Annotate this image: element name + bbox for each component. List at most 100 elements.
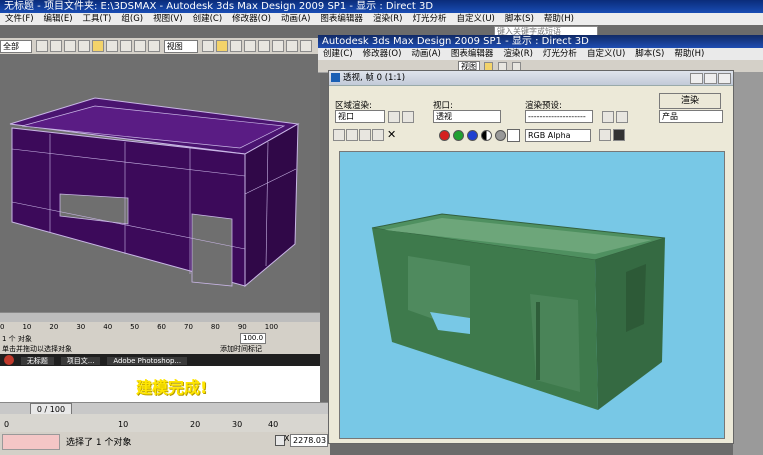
small-ruler-tick: 30 <box>76 323 86 331</box>
second-menu-graph[interactable]: 图表编辑器 <box>451 49 494 59</box>
x-coord-field[interactable]: 2278.03 <box>290 434 328 447</box>
clone-frame-icon[interactable] <box>359 129 371 141</box>
menu-modifiers[interactable]: 修改器(O) <box>232 14 271 24</box>
small-selection-status: 1 个 对象 <box>2 335 32 343</box>
lock-viewport-icon[interactable] <box>602 111 614 123</box>
auto-region-icon[interactable] <box>402 111 414 123</box>
channel-combo[interactable]: RGB Alpha <box>525 129 591 142</box>
ruler-tick-30: 30 <box>232 420 243 429</box>
second-menu-animation[interactable]: 动画(A) <box>411 49 440 59</box>
ruler-tick-20: 20 <box>190 420 201 429</box>
close-button[interactable] <box>718 73 731 84</box>
status-bar: 选择了 1 个对象 X: 2278.03 <box>0 432 330 455</box>
small-ruler-tick: 50 <box>130 323 140 331</box>
second-menu-create[interactable]: 创建(C) <box>323 49 353 59</box>
second-menu-render[interactable]: 渲染(R) <box>503 49 533 59</box>
color-swatch[interactable] <box>507 129 520 142</box>
select-by-name-icon[interactable] <box>105 40 118 52</box>
red-channel-icon[interactable] <box>439 130 450 141</box>
main-window-title: 无标题 - 项目文件夹: E:\3DSMAX - Autodesk 3ds Ma… <box>0 0 763 14</box>
move-icon[interactable] <box>119 40 132 52</box>
undo-icon[interactable] <box>35 40 48 52</box>
percent-snap-icon[interactable] <box>243 40 256 52</box>
mono-channel-icon[interactable] <box>495 130 506 141</box>
copy-image-icon[interactable] <box>346 129 358 141</box>
second-menu-help[interactable]: 帮助(H) <box>674 49 704 59</box>
unlink-icon[interactable] <box>77 40 90 52</box>
taskbar-item-photoshop[interactable]: Adobe Photoshop... <box>107 356 188 365</box>
menu-create[interactable]: 创建(C) <box>193 14 223 24</box>
mirror-icon[interactable] <box>257 40 270 52</box>
menu-help[interactable]: 帮助(H) <box>544 14 574 24</box>
small-ruler-tick: 40 <box>103 323 113 331</box>
small-ruler-tick: 0 <box>0 323 5 331</box>
menu-views[interactable]: 视图(V) <box>153 14 182 24</box>
pivot-icon[interactable] <box>201 40 214 52</box>
menu-lighting[interactable]: 灯光分析 <box>412 14 446 24</box>
selection-filter-combo[interactable]: 全部 <box>0 39 32 53</box>
green-channel-icon[interactable] <box>453 130 464 141</box>
snap-icon[interactable] <box>215 40 228 52</box>
taskbar-item-project[interactable]: 项目文... <box>60 356 101 365</box>
taskbar-item-untitled[interactable]: 无标题 <box>20 356 54 365</box>
toggle-ui-icon[interactable] <box>613 129 625 141</box>
small-ruler-tick: 100 <box>264 323 279 331</box>
save-image-icon[interactable] <box>333 129 345 141</box>
preset-combo[interactable]: -------------------- <box>525 110 593 123</box>
area-combo[interactable]: 视口 <box>335 110 385 123</box>
scale-icon[interactable] <box>147 40 160 52</box>
menu-edit[interactable]: 编辑(E) <box>44 14 73 24</box>
menu-tools[interactable]: 工具(T) <box>83 14 112 24</box>
start-icon[interactable] <box>4 355 14 365</box>
align-icon[interactable] <box>271 40 284 52</box>
alpha-channel-icon[interactable] <box>481 130 492 141</box>
viewport-combo[interactable]: 透视 <box>433 110 501 123</box>
print-icon[interactable] <box>372 129 384 141</box>
link-icon[interactable] <box>63 40 76 52</box>
selection-status: 选择了 1 个对象 <box>66 438 132 448</box>
small-right-panel-label: 添加时间标记 <box>220 345 262 353</box>
second-menu-script[interactable]: 脚本(S) <box>635 49 664 59</box>
perspective-viewport[interactable] <box>0 54 320 312</box>
select-icon[interactable] <box>91 40 104 52</box>
curve-editor-icon[interactable] <box>299 40 312 52</box>
layer-icon[interactable] <box>285 40 298 52</box>
toggle-ui-overlay-icon[interactable] <box>599 129 611 141</box>
small-track-ruler: 0 10 20 30 40 50 60 70 80 90 100 <box>0 322 320 332</box>
small-ruler-tick: 60 <box>157 323 166 331</box>
menu-script[interactable]: 脚本(S) <box>505 14 534 24</box>
menu-rendering[interactable]: 渲染(R) <box>373 14 403 24</box>
second-menu-modifiers[interactable]: 修改器(O) <box>363 49 402 59</box>
second-menubar: 创建(C) 修改器(O) 动画(A) 图表编辑器 渲染(R) 灯光分析 自定义(U) 脚本(S… <box>318 48 763 60</box>
menu-file[interactable]: 文件(F) <box>5 14 34 24</box>
clear-icon[interactable]: ✕ <box>387 128 396 141</box>
angle-snap-icon[interactable] <box>229 40 242 52</box>
second-menu-customize[interactable]: 自定义(U) <box>587 49 625 59</box>
maxscript-listener[interactable] <box>2 434 60 450</box>
main-toolbar: 全部 视图 <box>0 38 320 55</box>
minimize-button[interactable] <box>690 73 703 84</box>
rotate-icon[interactable] <box>133 40 146 52</box>
product-combo[interactable]: 产品 <box>659 110 723 123</box>
render-frame-title: 透视, 帧 0 (1:1) <box>343 73 406 83</box>
menu-group[interactable]: 组(G) <box>121 14 143 24</box>
small-ruler-tick: 20 <box>49 323 59 331</box>
menu-animation[interactable]: 动画(A) <box>281 14 310 24</box>
small-ruler-tick: 80 <box>210 323 220 331</box>
menu-graph-editors[interactable]: 图表编辑器 <box>320 14 363 24</box>
banner-text: 建模完成! <box>136 378 208 397</box>
command-panel[interactable] <box>733 72 763 455</box>
render-button[interactable]: 渲染 <box>659 93 721 109</box>
ruler-tick-40: 40 <box>268 420 279 429</box>
menu-customize[interactable]: 自定义(U) <box>457 14 495 24</box>
small-zoom-field[interactable]: 100.0 <box>240 333 267 344</box>
edit-region-icon[interactable] <box>388 111 400 123</box>
blue-channel-icon[interactable] <box>467 130 478 141</box>
reference-coord-combo[interactable]: 视图 <box>163 39 198 53</box>
maximize-button[interactable] <box>704 73 717 84</box>
ruler-tick-0: 0 <box>4 420 10 429</box>
second-menu-lighting[interactable]: 灯光分析 <box>543 49 577 59</box>
redo-icon[interactable] <box>49 40 62 52</box>
render-setup-icon[interactable] <box>616 111 628 123</box>
small-ruler-tick: 70 <box>184 323 193 331</box>
